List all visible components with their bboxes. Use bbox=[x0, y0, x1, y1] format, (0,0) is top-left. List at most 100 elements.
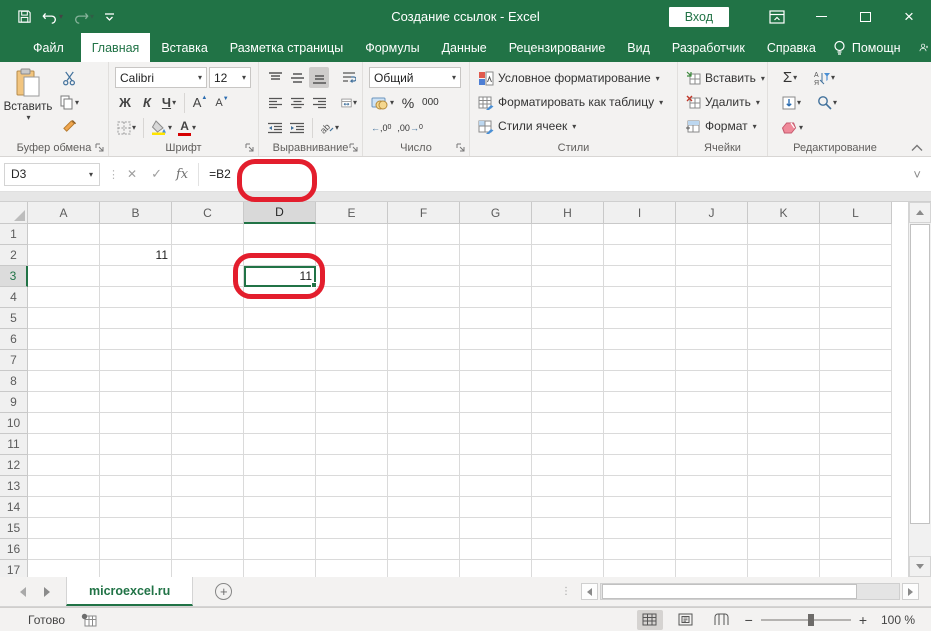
font-color-button[interactable]: А▾ bbox=[176, 117, 198, 138]
decrease-decimal-button[interactable]: ,00→0 bbox=[395, 117, 424, 138]
sheet-tab-active[interactable]: microexcel.ru bbox=[66, 577, 193, 606]
cell-J10[interactable] bbox=[676, 413, 748, 434]
cell-B2[interactable]: 11 bbox=[100, 245, 172, 266]
cell-D12[interactable] bbox=[244, 455, 316, 476]
cell-G13[interactable] bbox=[460, 476, 532, 497]
insert-cells-button[interactable]: Вставить▾ bbox=[686, 66, 765, 90]
cell-B5[interactable] bbox=[100, 308, 172, 329]
cell-F1[interactable] bbox=[388, 224, 460, 245]
scroll-down-button[interactable] bbox=[909, 556, 931, 577]
row-header-2[interactable]: 2 bbox=[0, 245, 28, 266]
cell-K15[interactable] bbox=[748, 518, 820, 539]
row-header-10[interactable]: 10 bbox=[0, 413, 28, 434]
fill-handle[interactable] bbox=[311, 282, 317, 288]
cell-E3[interactable] bbox=[316, 266, 388, 287]
previous-sheet-button[interactable] bbox=[20, 587, 26, 597]
cell-K16[interactable] bbox=[748, 539, 820, 560]
row-header-13[interactable]: 13 bbox=[0, 476, 28, 497]
row-header-3[interactable]: 3 bbox=[0, 266, 28, 287]
cell-C2[interactable] bbox=[172, 245, 244, 266]
cell-B6[interactable] bbox=[100, 329, 172, 350]
tab-0[interactable]: Главная bbox=[81, 33, 151, 62]
comma-style-button[interactable]: 000 bbox=[420, 92, 441, 113]
cell-I10[interactable] bbox=[604, 413, 676, 434]
cell-H2[interactable] bbox=[532, 245, 604, 266]
cell-C14[interactable] bbox=[172, 497, 244, 518]
cell-F11[interactable] bbox=[388, 434, 460, 455]
cell-J1[interactable] bbox=[676, 224, 748, 245]
clipboard-dialog-launcher[interactable] bbox=[95, 143, 105, 153]
undo-button[interactable]: ▾ bbox=[39, 8, 66, 26]
cell-E13[interactable] bbox=[316, 476, 388, 497]
cell-G3[interactable] bbox=[460, 266, 532, 287]
cell-B10[interactable] bbox=[100, 413, 172, 434]
cell-I1[interactable] bbox=[604, 224, 676, 245]
cell-J17[interactable] bbox=[676, 560, 748, 577]
row-header-15[interactable]: 15 bbox=[0, 518, 28, 539]
cell-L1[interactable] bbox=[820, 224, 892, 245]
wrap-text-button[interactable] bbox=[339, 67, 359, 88]
hscroll-right-button[interactable] bbox=[902, 583, 919, 600]
align-center-button[interactable] bbox=[287, 92, 307, 113]
cell-A12[interactable] bbox=[28, 455, 100, 476]
number-dialog-launcher[interactable] bbox=[456, 143, 466, 153]
italic-button[interactable]: К bbox=[137, 92, 157, 113]
cell-E15[interactable] bbox=[316, 518, 388, 539]
cell-F14[interactable] bbox=[388, 497, 460, 518]
cell-J9[interactable] bbox=[676, 392, 748, 413]
cell-F17[interactable] bbox=[388, 560, 460, 577]
cell-B1[interactable] bbox=[100, 224, 172, 245]
column-header-L[interactable]: L bbox=[820, 202, 892, 224]
cell-D5[interactable] bbox=[244, 308, 316, 329]
cell-C12[interactable] bbox=[172, 455, 244, 476]
column-header-D[interactable]: D bbox=[244, 202, 316, 224]
increase-decimal-button[interactable]: ←,00 bbox=[369, 117, 393, 138]
cell-I7[interactable] bbox=[604, 350, 676, 371]
column-header-H[interactable]: H bbox=[532, 202, 604, 224]
accounting-format-button[interactable]: ▾ bbox=[369, 92, 396, 113]
cell-G4[interactable] bbox=[460, 287, 532, 308]
normal-view-button[interactable] bbox=[637, 610, 663, 630]
cell-L10[interactable] bbox=[820, 413, 892, 434]
cell-D6[interactable] bbox=[244, 329, 316, 350]
cell-E11[interactable] bbox=[316, 434, 388, 455]
cell-H11[interactable] bbox=[532, 434, 604, 455]
cell-B11[interactable] bbox=[100, 434, 172, 455]
insert-function-button[interactable]: fx bbox=[176, 167, 188, 182]
cell-I13[interactable] bbox=[604, 476, 676, 497]
scroll-up-button[interactable] bbox=[909, 202, 931, 223]
cell-L15[interactable] bbox=[820, 518, 892, 539]
cell-K13[interactable] bbox=[748, 476, 820, 497]
cell-B16[interactable] bbox=[100, 539, 172, 560]
vertical-scrollbar[interactable] bbox=[908, 202, 931, 577]
find-select-button[interactable]: ▾ bbox=[815, 92, 839, 113]
cell-C4[interactable] bbox=[172, 287, 244, 308]
cell-L4[interactable] bbox=[820, 287, 892, 308]
cell-G1[interactable] bbox=[460, 224, 532, 245]
row-header-5[interactable]: 5 bbox=[0, 308, 28, 329]
cell-I14[interactable] bbox=[604, 497, 676, 518]
tab-7[interactable]: Разработчик bbox=[661, 33, 756, 62]
cell-K4[interactable] bbox=[748, 287, 820, 308]
cell-L7[interactable] bbox=[820, 350, 892, 371]
name-box[interactable]: D3 ▾ bbox=[4, 163, 100, 186]
tab-4[interactable]: Данные bbox=[431, 33, 498, 62]
cell-E1[interactable] bbox=[316, 224, 388, 245]
cell-B9[interactable] bbox=[100, 392, 172, 413]
cell-J8[interactable] bbox=[676, 371, 748, 392]
zoom-slider[interactable] bbox=[761, 619, 851, 621]
cell-I6[interactable] bbox=[604, 329, 676, 350]
cell-K6[interactable] bbox=[748, 329, 820, 350]
cell-C10[interactable] bbox=[172, 413, 244, 434]
fill-color-button[interactable]: ▾ bbox=[149, 117, 174, 138]
copy-button[interactable]: ▾ bbox=[58, 92, 81, 113]
cell-D13[interactable] bbox=[244, 476, 316, 497]
cell-L16[interactable] bbox=[820, 539, 892, 560]
page-break-view-button[interactable] bbox=[709, 610, 735, 630]
row-header-1[interactable]: 1 bbox=[0, 224, 28, 245]
row-header-9[interactable]: 9 bbox=[0, 392, 28, 413]
maximize-button[interactable] bbox=[843, 0, 887, 33]
cell-C5[interactable] bbox=[172, 308, 244, 329]
align-right-button[interactable] bbox=[309, 92, 329, 113]
row-header-17[interactable]: 17 bbox=[0, 560, 28, 577]
